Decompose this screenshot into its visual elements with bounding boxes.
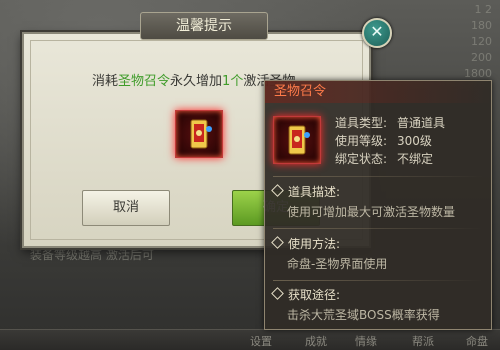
divider xyxy=(273,228,483,229)
msg-text: 消耗 xyxy=(92,74,119,89)
background-stat-table: 1 2 180 120 200 1800 xyxy=(402,2,492,82)
section-heading-text: 道具描述: xyxy=(288,185,341,199)
msg-item-name: 圣物召令 xyxy=(118,74,171,89)
nav-settings[interactable]: 设置 xyxy=(250,333,272,349)
scroll-token-icon xyxy=(190,119,212,149)
attr-key: 绑定状态: xyxy=(335,152,388,166)
nav-achievements[interactable]: 成就 xyxy=(305,333,327,349)
section-heading-text: 获取途径: xyxy=(288,288,341,302)
attr-use-level: 使用等级: 300级 xyxy=(335,132,432,149)
divider xyxy=(273,280,483,281)
msg-count: 1个 xyxy=(222,74,244,89)
diamond-bullet-icon xyxy=(271,236,284,249)
attr-bind-status: 绑定状态: 不绑定 xyxy=(335,150,433,167)
section-usage-heading: 使用方法: xyxy=(271,235,341,252)
attr-key: 使用等级: xyxy=(335,134,388,148)
section-source-heading: 获取途径: xyxy=(271,286,341,303)
msg-text: 永久增加 xyxy=(170,74,223,89)
cancel-button[interactable]: 取消 xyxy=(82,190,170,226)
attr-value: 普通道具 xyxy=(397,116,446,130)
bottom-nav-bar: 设置 成就 情缘 帮派 命盘 xyxy=(0,329,500,350)
bg-table-cell: 1 2 xyxy=(474,3,493,16)
close-button[interactable]: ✕ xyxy=(362,18,392,48)
close-icon: ✕ xyxy=(370,22,384,41)
nav-bonds[interactable]: 情缘 xyxy=(355,333,377,349)
attr-item-type: 道具类型: 普通道具 xyxy=(335,114,445,131)
tooltip-item-icon-frame xyxy=(273,116,321,164)
section-source-text: 击杀大荒圣域BOSS概率获得 xyxy=(287,308,440,322)
diamond-bullet-icon xyxy=(271,184,284,197)
scroll-token-icon xyxy=(288,125,310,155)
section-description-text: 使用可增加最大可激活圣物数量 xyxy=(287,205,456,219)
section-description-heading: 道具描述: xyxy=(271,183,341,200)
bg-table-cell: 180 xyxy=(471,19,492,32)
dialog-title: 温馨提示 xyxy=(140,12,268,40)
diamond-bullet-icon xyxy=(271,287,284,300)
bg-table-cell: 120 xyxy=(471,35,492,48)
section-usage-text: 命盘-圣物界面使用 xyxy=(287,257,388,271)
background-hint-text: 装备等级越高 激活后可 xyxy=(30,248,154,262)
attr-value: 300级 xyxy=(397,134,432,148)
dialog-item-slot[interactable] xyxy=(175,110,223,158)
item-tooltip: 圣物召令 道具类型: 普通道具 使用等级: 300级 绑定状态: 不绑定 道具描述: … xyxy=(264,80,492,330)
nav-guild[interactable]: 帮派 xyxy=(412,333,434,349)
nav-destiny[interactable]: 命盘 xyxy=(466,333,488,349)
divider xyxy=(273,176,483,177)
tooltip-item-name: 圣物召令 xyxy=(265,81,491,103)
section-heading-text: 使用方法: xyxy=(288,237,341,251)
bg-table-cell: 200 xyxy=(471,51,492,64)
attr-value: 不绑定 xyxy=(397,152,434,166)
attr-key: 道具类型: xyxy=(335,116,388,130)
